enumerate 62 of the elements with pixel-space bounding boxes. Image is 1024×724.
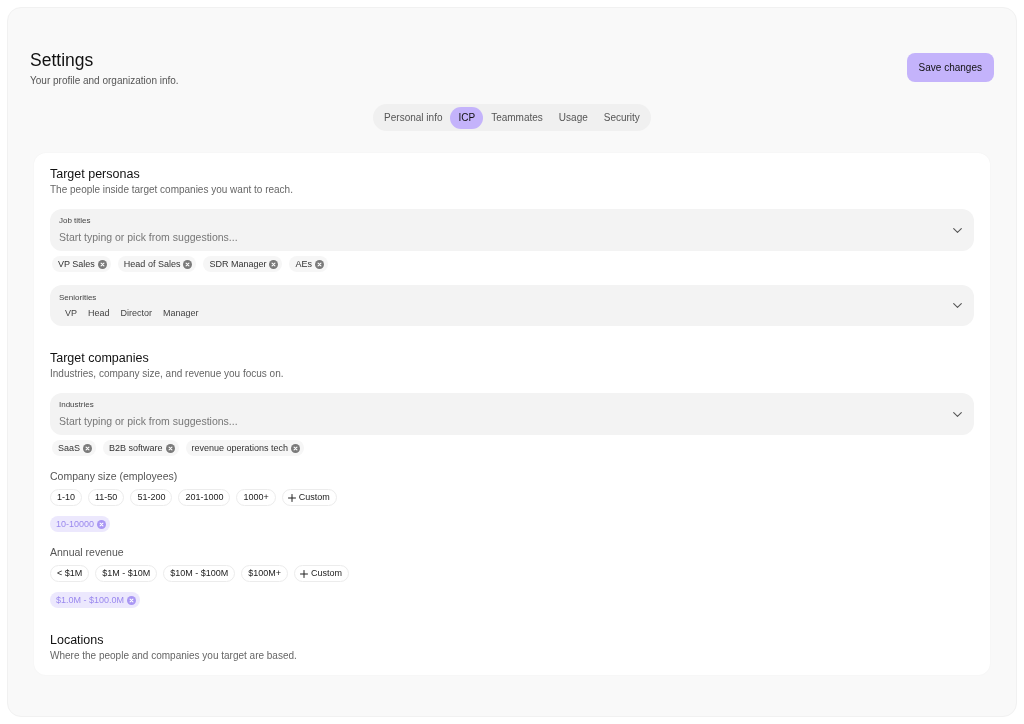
remove-icon[interactable] — [269, 259, 279, 269]
remove-icon[interactable] — [127, 595, 137, 605]
tag-label: Head of Sales — [123, 259, 181, 269]
section-subtitle: Where the people and companies you target are based. — [50, 649, 297, 663]
select-field[interactable]: Industries Start typing or pick from suggestions... — [50, 393, 974, 435]
tag-label: B2B software — [109, 443, 163, 453]
remove-icon[interactable] — [97, 259, 107, 269]
section-title: Target companies — [50, 350, 149, 366]
plus-icon — [287, 493, 296, 502]
field-label: Job titles — [59, 216, 91, 226]
remove-icon[interactable] — [291, 443, 301, 453]
tag-label: $1.0M - $100.0M — [56, 595, 125, 605]
seniority-option[interactable]: Director — [116, 306, 157, 319]
select-field[interactable]: Job titles Start typing or pick from suggestions... — [50, 209, 974, 251]
chevron-down-icon[interactable] — [953, 227, 962, 233]
section-title: Locations — [50, 632, 104, 648]
chevron-down-icon[interactable] — [953, 303, 962, 308]
section-title: Target personas — [50, 166, 140, 182]
save-button[interactable]: Save changes — [906, 53, 994, 82]
chevron-down-icon[interactable] — [953, 411, 962, 417]
tag-label: VP Sales — [58, 259, 95, 269]
preset-button[interactable]: 201-1000 — [178, 489, 231, 506]
page-subtitle: Your profile and organization info. — [30, 74, 179, 87]
text-input[interactable]: Start typing or pick from suggestions... — [59, 414, 359, 428]
group-label: Company size (employees) — [50, 469, 178, 483]
preset-button[interactable]: 11-50 — [88, 489, 125, 506]
remove-icon[interactable] — [183, 259, 193, 269]
remove-icon[interactable] — [314, 259, 324, 269]
preset-button[interactable]: 51-200 — [130, 489, 173, 506]
section-subtitle: The people inside target companies you want to reach. — [50, 183, 293, 197]
tab[interactable]: Teammates — [483, 106, 551, 129]
remove-icon[interactable] — [83, 443, 93, 453]
tag-label: SaaS — [58, 443, 81, 453]
tag-label: AEs — [295, 259, 312, 269]
seniority-option[interactable]: Manager — [159, 306, 203, 319]
seniority-option[interactable]: VP — [61, 306, 81, 319]
tab[interactable]: Usage — [550, 106, 596, 129]
plus-icon — [300, 569, 309, 578]
select-field[interactable]: Seniorities VP Head Director Manager — [50, 285, 974, 326]
group-label: Annual revenue — [50, 545, 124, 559]
custom-button[interactable]: Custom — [281, 489, 337, 506]
preset-button[interactable]: 1000+ — [236, 489, 276, 506]
tab[interactable]: Personal info — [376, 106, 451, 129]
tab[interactable]: ICP — [450, 106, 484, 129]
remove-icon[interactable] — [165, 443, 175, 453]
tab[interactable]: Security — [595, 106, 648, 129]
page-title: Settings — [30, 49, 94, 71]
field-label: Seniorities — [59, 292, 97, 303]
preset-button[interactable]: < $1M — [50, 565, 90, 582]
custom-button[interactable]: Custom — [294, 565, 350, 582]
section-subtitle: Industries, company size, and revenue you focus on. — [50, 367, 284, 381]
seniority-option[interactable]: Head — [84, 306, 114, 319]
text-input[interactable]: Start typing or pick from suggestions... — [59, 230, 359, 244]
remove-icon[interactable] — [97, 519, 107, 529]
preset-button[interactable]: $10M - $100M — [163, 565, 236, 582]
preset-button[interactable]: $100M+ — [241, 565, 289, 582]
tag-label: revenue operations tech — [191, 443, 289, 453]
field-label: Industries — [59, 400, 94, 410]
tag-label: SDR Manager — [209, 259, 267, 269]
preset-button[interactable]: 1-10 — [50, 489, 82, 506]
tag-label: 10-10000 — [56, 519, 95, 529]
preset-button[interactable]: $1M - $10M — [95, 565, 158, 582]
